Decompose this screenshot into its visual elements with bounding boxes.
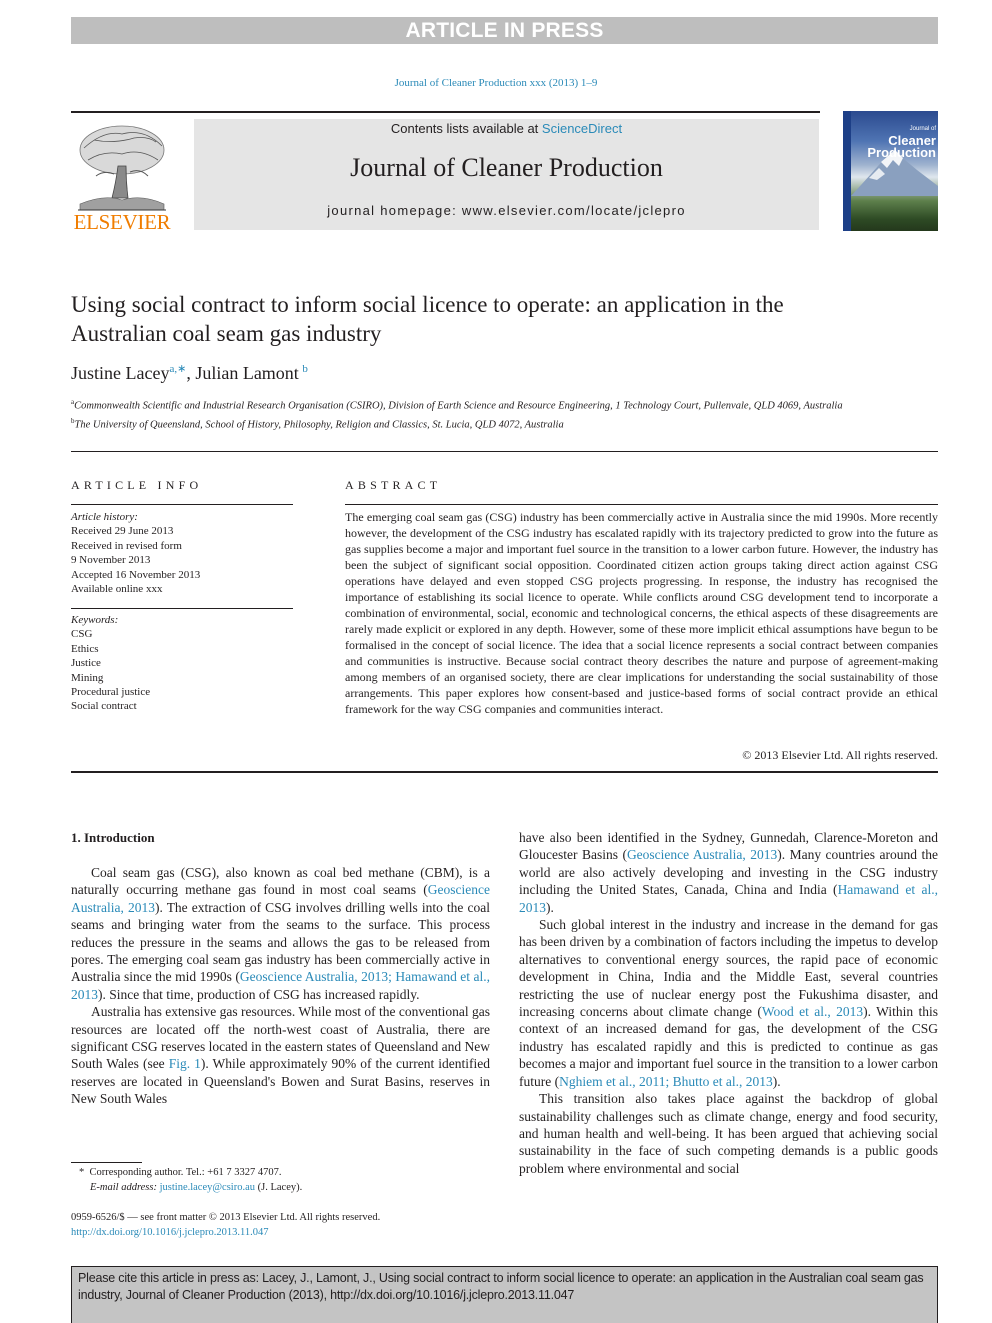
citation-link[interactable]: Wood et al., 2013: [762, 1004, 863, 1019]
article-history: Article history: Received 29 June 2013 R…: [71, 510, 293, 596]
elsevier-wordmark: ELSEVIER: [73, 210, 171, 234]
citation-link[interactable]: Geoscience Australia, 2013: [627, 847, 777, 862]
journal-reference-link[interactable]: Journal of Cleaner Production xxx (2013)…: [0, 77, 992, 89]
divider: [71, 451, 938, 452]
affiliation-item: bThe University of Queensland, School of…: [71, 414, 851, 433]
email-suffix: (J. Lacey).: [255, 1182, 303, 1193]
author-name[interactable]: Justine Lacey: [71, 363, 169, 383]
affiliations: aCommonwealth Scientific and Industrial …: [71, 395, 851, 433]
keyword-item: Ethics: [71, 642, 99, 655]
author-affiliation-marks[interactable]: b: [302, 363, 308, 375]
keyword-item: Social contract: [71, 700, 137, 713]
citation-link[interactable]: Fig. 1: [169, 1056, 201, 1071]
article-title: Using social contract to inform social l…: [71, 292, 784, 346]
history-item: Available online xxx: [71, 583, 163, 596]
body-text: This transition also takes place against…: [519, 1091, 938, 1176]
footnote-rule: [71, 1162, 142, 1163]
divider: [71, 504, 293, 505]
contents-prefix: Contents lists available at: [390, 121, 542, 136]
article-history-label: Article history:: [71, 511, 138, 523]
body-text: ).: [546, 899, 554, 915]
journal-homepage-link[interactable]: journal homepage: www.elsevier.com/locat…: [194, 203, 819, 218]
body-paragraph: Coal seam gas (CSG), also known as coal …: [71, 864, 490, 1003]
keyword-item: Justice: [71, 657, 101, 670]
section-heading-introduction: 1. Introduction: [71, 830, 155, 845]
sciencedirect-link[interactable]: ScienceDirect: [542, 121, 622, 136]
journal-cover-image[interactable]: Journal of Cleaner Production: [843, 111, 938, 231]
email-link[interactable]: justine.lacey@csiro.au: [160, 1182, 255, 1193]
email-label: E-mail address:: [90, 1182, 160, 1193]
elsevier-logo[interactable]: ELSEVIER: [71, 116, 173, 234]
cover-title-line2: Production: [867, 145, 936, 160]
history-item: Accepted 16 November 2013: [71, 568, 201, 581]
body-text: ). Since that time, production of CSG ha…: [98, 986, 420, 1002]
body-paragraph: Such global interest in the industry and…: [519, 916, 938, 1090]
keywords-label: Keywords:: [71, 614, 119, 626]
corresponding-author-text: Corresponding author. Tel.: +61 7 3327 4…: [89, 1167, 282, 1178]
article-in-press-banner: ARTICLE IN PRESS: [71, 17, 938, 44]
abstract-heading: ABSTRACT: [345, 478, 442, 492]
keyword-item: Procedural justice: [71, 686, 151, 699]
keyword-item: Mining: [71, 671, 104, 684]
body-paragraph: Australia has extensive gas resources. W…: [71, 1003, 490, 1107]
affiliation-text: Commonwealth Scientific and Industrial R…: [74, 400, 843, 412]
issn-line: 0959-6526/$ — see front matter © 2013 El…: [71, 1212, 381, 1223]
citation-link[interactable]: Nghiem et al., 2011; Bhutto et al., 2013: [559, 1074, 773, 1089]
header-rule: [71, 111, 820, 113]
front-matter: 0959-6526/$ — see front matter © 2013 El…: [71, 1211, 501, 1240]
cover-title: Journal of Cleaner Production: [853, 123, 936, 159]
history-item: 9 November 2013: [71, 554, 151, 567]
divider: [71, 608, 293, 609]
body-paragraph: This transition also takes place against…: [519, 1090, 938, 1177]
affiliation-text: The University of Queensland, School of …: [74, 419, 564, 431]
body-paragraph: have also been identified in the Sydney,…: [519, 829, 938, 916]
divider: [345, 504, 938, 505]
author-separator: ,: [186, 363, 196, 383]
body-text: ).: [772, 1073, 781, 1089]
contents-availability: Contents lists available at ScienceDirec…: [194, 121, 819, 136]
doi-link[interactable]: http://dx.doi.org/10.1016/j.jclepro.2013…: [71, 1226, 501, 1241]
abstract-text: The emerging coal seam gas (CSG) industr…: [345, 510, 938, 716]
abstract-copyright: © 2013 Elsevier Ltd. All rights reserved…: [742, 748, 938, 762]
affiliation-item: aCommonwealth Scientific and Industrial …: [71, 395, 851, 414]
author-affiliation-marks[interactable]: a,∗: [169, 363, 186, 375]
history-item: Received 29 June 2013: [71, 525, 174, 538]
author-name[interactable]: Julian Lamont: [195, 363, 298, 383]
keywords: Keywords: CSG Ethics Justice Mining Proc…: [71, 613, 293, 714]
history-item: Received in revised form: [71, 539, 182, 552]
body-column-left: Coal seam gas (CSG), also known as coal …: [71, 864, 490, 1108]
corresponding-author-footnote: * Corresponding author. Tel.: +61 7 3327…: [71, 1165, 501, 1195]
footnote-mark: *: [79, 1167, 85, 1178]
journal-masthead: Contents lists available at ScienceDirec…: [194, 119, 819, 230]
journal-name: Journal of Cleaner Production: [350, 153, 663, 182]
keyword-item: CSG: [71, 628, 93, 641]
author-list: Justine Laceya,∗, Julian Lamont b: [71, 362, 308, 384]
cover-strip: [843, 111, 851, 231]
citation-notice: Please cite this article in press as: La…: [71, 1266, 938, 1323]
body-column-right: have also been identified in the Sydney,…: [519, 829, 938, 1177]
article-info-heading: ARTICLE INFO: [71, 478, 203, 492]
elsevier-tree-icon: [78, 125, 166, 211]
divider: [71, 771, 938, 773]
